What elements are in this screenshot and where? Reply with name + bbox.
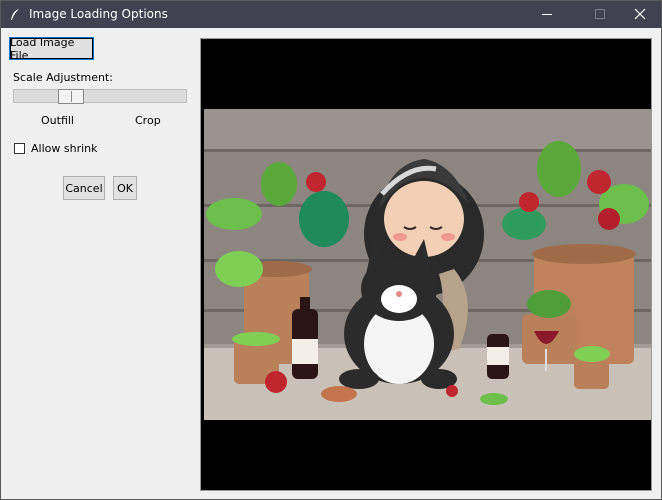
scale-adjustment-label: Scale Adjustment:: [13, 71, 113, 84]
outfill-label: Outfill: [41, 114, 74, 127]
scale-slider[interactable]: [13, 89, 187, 104]
window-title: Image Loading Options: [29, 7, 168, 21]
load-image-button[interactable]: Load Image File: [9, 36, 94, 62]
preview-image: [204, 109, 651, 420]
feather-icon: [11, 9, 19, 20]
close-button[interactable]: [617, 1, 662, 28]
scale-slider-thumb[interactable]: [58, 89, 84, 104]
cancel-button[interactable]: Cancel: [63, 176, 105, 200]
title-bar: Image Loading Options: [1, 1, 661, 28]
allow-shrink-label: Allow shrink: [31, 142, 98, 155]
allow-shrink-checkbox[interactable]: [14, 143, 25, 154]
image-preview-canvas: [200, 38, 652, 491]
close-icon: [634, 8, 646, 20]
image-loading-options-window: Image Loading Options Load Image File Sc…: [0, 0, 662, 500]
minimize-icon: [542, 14, 552, 15]
options-panel: Load Image File Scale Adjustment: Outfil…: [1, 29, 198, 499]
crop-label: Crop: [135, 114, 161, 127]
ok-button[interactable]: OK: [113, 176, 137, 200]
minimize-button[interactable]: [524, 1, 570, 28]
